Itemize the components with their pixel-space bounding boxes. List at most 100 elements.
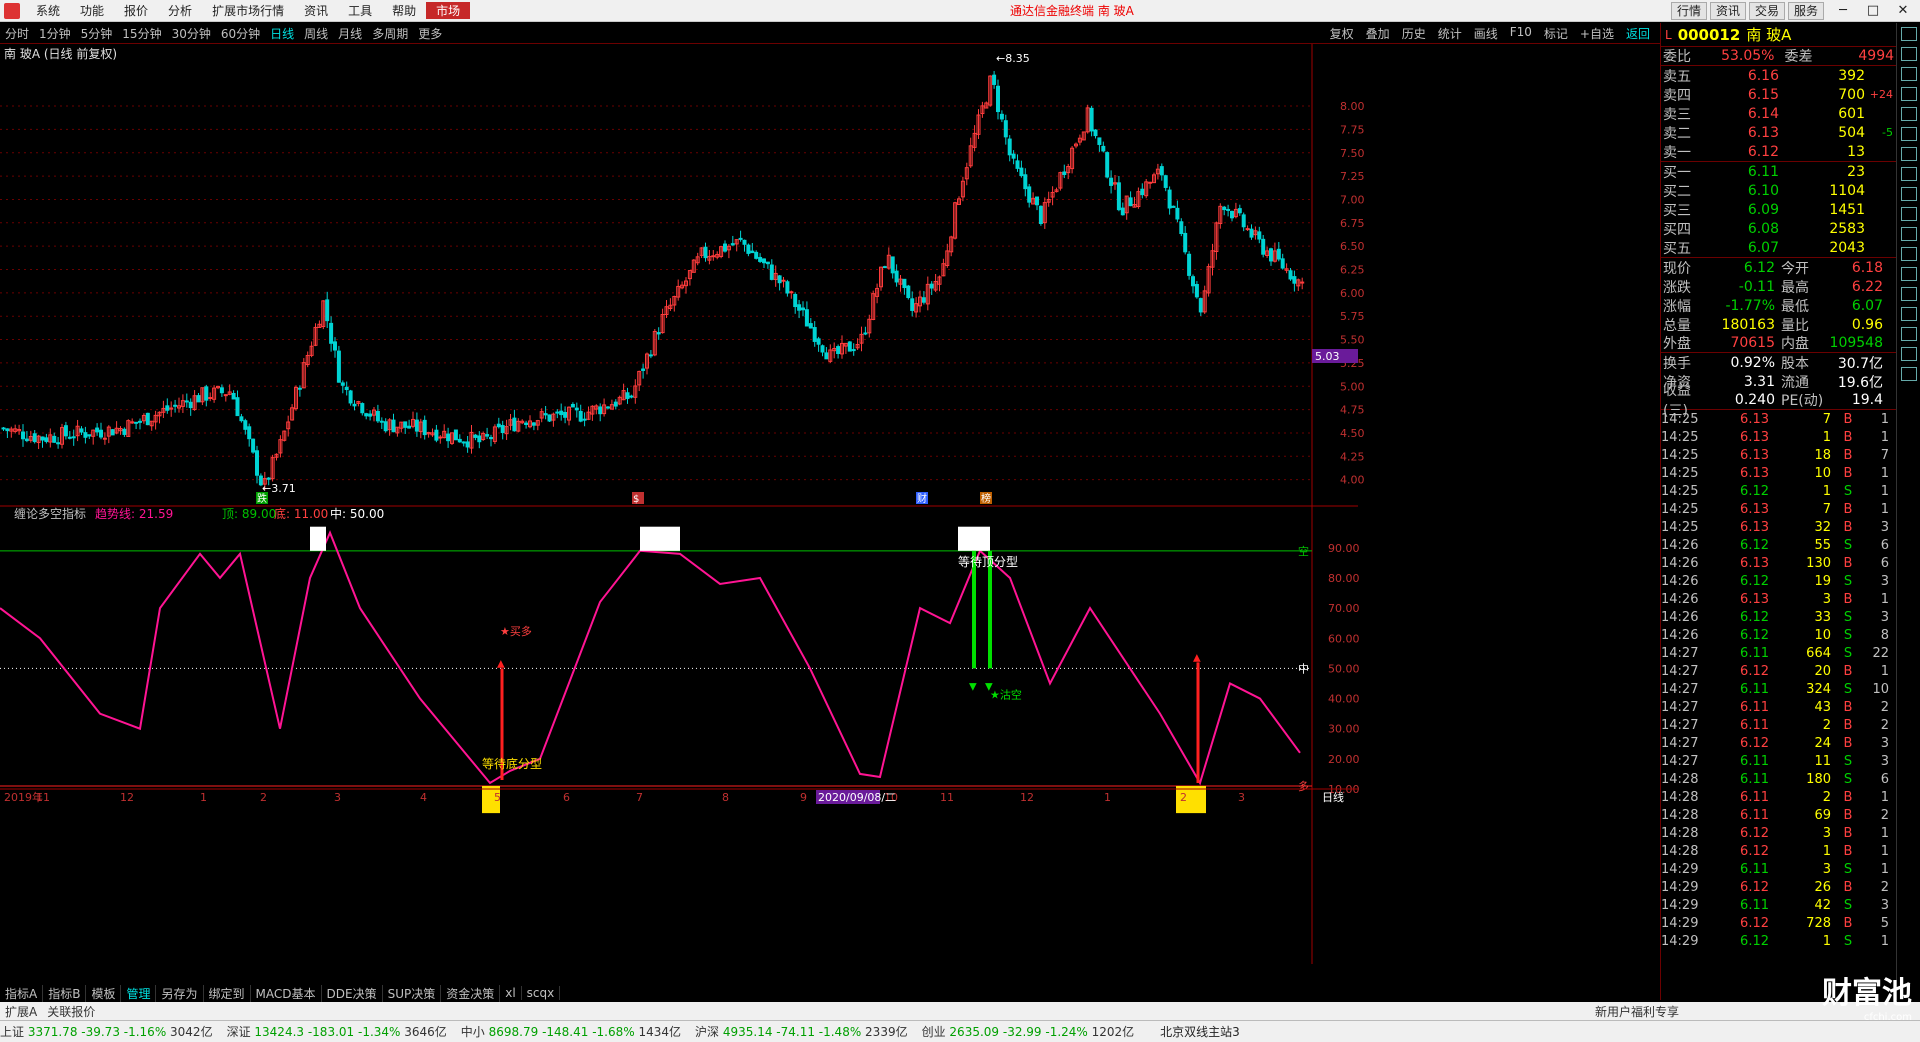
note-icon[interactable] xyxy=(1900,207,1917,221)
btn-jiaoyi[interactable]: 交易 xyxy=(1748,1,1785,20)
quote-value: 6.12 xyxy=(1743,259,1775,276)
chart-canvas[interactable]: 8.00 7.75 7.50 7.25 7.00 6.75 6.50 6.25 6.00 5.75… xyxy=(0,44,1660,984)
bell-icon[interactable] xyxy=(1900,247,1917,261)
chart-icon[interactable] xyxy=(1900,127,1917,141)
period-8[interactable]: 月线 xyxy=(333,25,367,42)
indicator-header-2: 顶: 89.00 xyxy=(222,507,276,521)
indicator-tab-5[interactable]: 绑定到 xyxy=(204,984,251,1002)
btn-zixun[interactable]: 资讯 xyxy=(1709,1,1746,20)
toolbar-btn-1[interactable]: 叠加 xyxy=(1360,25,1396,42)
line-icon[interactable] xyxy=(1900,147,1917,161)
period-7[interactable]: 周线 xyxy=(299,25,333,42)
index-name: 上证 xyxy=(0,1025,28,1039)
candle-body xyxy=(204,386,209,401)
tick-row: 14:29 6.12 728 B 5 xyxy=(1661,914,1896,932)
toolbar-btn-5[interactable]: F10 xyxy=(1504,25,1538,42)
toolbar-btn-3[interactable]: 统计 xyxy=(1432,25,1468,42)
indicator-tab-7[interactable]: DDE决策 xyxy=(322,984,383,1002)
related-quote-tab[interactable]: 关联报价 xyxy=(42,1003,100,1020)
toolbar-btn-2[interactable]: 历史 xyxy=(1396,25,1432,42)
table-icon[interactable] xyxy=(1900,107,1917,121)
candle-body xyxy=(243,420,248,430)
menu-market[interactable]: 市场 xyxy=(426,2,471,19)
book-icon[interactable] xyxy=(1900,287,1917,301)
doc-icon[interactable] xyxy=(1900,167,1917,181)
price-tick: 5.75 xyxy=(1340,310,1365,323)
indicator-tab-9[interactable]: 资金决策 xyxy=(441,984,501,1002)
index-4[interactable]: 创业 2635.09 -32.99 -1.24% 1202亿 xyxy=(922,1023,1135,1040)
maximize-icon[interactable]: □ xyxy=(1858,3,1888,18)
server-name[interactable]: 北京双线主站3 xyxy=(1160,1023,1240,1040)
candle-body xyxy=(785,281,790,294)
toolbar-btn-7[interactable]: +自选 xyxy=(1574,25,1620,42)
index-0[interactable]: 上证 3371.78 -39.73 -1.16% 3042亿 xyxy=(0,1023,213,1040)
up-icon[interactable] xyxy=(1900,67,1917,81)
indicator-tab-6[interactable]: MACD基本 xyxy=(251,984,322,1002)
period-4[interactable]: 30分钟 xyxy=(167,25,216,42)
menu-info[interactable]: 资讯 xyxy=(294,2,338,19)
down-icon[interactable] xyxy=(1900,87,1917,101)
index-3[interactable]: 沪深 4935.14 -74.11 -1.48% 2339亿 xyxy=(695,1023,908,1040)
app-logo-icon xyxy=(4,2,20,19)
menu-system[interactable]: 系统 xyxy=(26,2,70,19)
grid-icon[interactable] xyxy=(1900,267,1917,281)
period-10[interactable]: 更多 xyxy=(413,25,447,42)
candle-body xyxy=(781,279,786,282)
f10-icon[interactable] xyxy=(1900,227,1917,241)
pencil-icon[interactable] xyxy=(1900,347,1917,361)
period-2[interactable]: 5分钟 xyxy=(76,25,118,42)
indicator-tab-4[interactable]: 另存为 xyxy=(156,984,204,1002)
indicator-tab-8[interactable]: SUP决策 xyxy=(383,984,442,1002)
indicator-tab-0[interactable]: 指标A xyxy=(0,984,44,1002)
period-1[interactable]: 1分钟 xyxy=(34,25,76,42)
ext-a-tab[interactable]: 扩展A xyxy=(0,1003,42,1020)
candle-body xyxy=(1261,238,1266,255)
index-2[interactable]: 中小 8698.79 -148.41 -1.68% 1434亿 xyxy=(461,1023,681,1040)
tick-count: 3 xyxy=(1880,897,1889,913)
indicator-tab-10[interactable]: xl xyxy=(500,986,522,1000)
minimize-icon[interactable]: ─ xyxy=(1828,3,1858,18)
list-icon[interactable] xyxy=(1900,187,1917,201)
toolbar-btn-8[interactable]: 返回 xyxy=(1620,25,1656,42)
indicator-tab-11[interactable]: scqx xyxy=(522,986,561,1000)
menu-tools[interactable]: 工具 xyxy=(338,2,382,19)
tick-row: 14:29 6.12 1 S 1 xyxy=(1661,932,1896,950)
period-5[interactable]: 60分钟 xyxy=(216,25,265,42)
period-6[interactable]: 日线 xyxy=(265,25,299,42)
btn-fuwu[interactable]: 服务 xyxy=(1787,1,1824,20)
candle-body xyxy=(1292,276,1297,284)
candle-body xyxy=(477,435,482,443)
menu-function[interactable]: 功能 xyxy=(70,2,114,19)
indicator-tab-2[interactable]: 模板 xyxy=(86,984,122,1002)
menu-ext-market[interactable]: 扩展市场行情 xyxy=(202,2,294,19)
event-marker-label: 跌 xyxy=(257,492,267,505)
refresh-icon[interactable] xyxy=(1900,47,1917,61)
rsi-icon[interactable] xyxy=(1900,327,1917,341)
indicator-tab-1[interactable]: 指标B xyxy=(43,984,87,1002)
window-icon[interactable] xyxy=(1900,27,1917,41)
macd-icon[interactable] xyxy=(1900,307,1917,321)
tick-side: S xyxy=(1843,573,1853,589)
logo-main: 财富池 xyxy=(1822,976,1912,1011)
candle-body xyxy=(223,394,228,397)
close-icon[interactable]: ✕ xyxy=(1888,3,1918,18)
toolbar-btn-4[interactable]: 画线 xyxy=(1468,25,1504,42)
period-9[interactable]: 多周期 xyxy=(367,25,413,42)
btn-hangqing[interactable]: 行情 xyxy=(1670,1,1707,20)
period-0[interactable]: 分时 xyxy=(0,25,34,42)
tick-list[interactable]: 14:25 6.13 7 B 1 14:25 6.13 1 B 1 14:25 6.13 18 B 7 14:… xyxy=(1661,410,1896,950)
settings-icon[interactable] xyxy=(1900,367,1917,381)
menu-quote[interactable]: 报价 xyxy=(114,2,158,19)
index-1[interactable]: 深证 13424.3 -183.01 -1.34% 3646亿 xyxy=(227,1023,447,1040)
indicator-tab-3[interactable]: 管理 xyxy=(121,984,157,1002)
candle-body xyxy=(742,239,747,245)
new-user-link[interactable]: 新用户福利专享 xyxy=(1590,1003,1684,1020)
toolbar-btn-0[interactable]: 复权 xyxy=(1324,25,1360,42)
candle-body xyxy=(239,416,244,422)
tick-count: 7 xyxy=(1880,447,1889,463)
kline-chart-area[interactable]: 8.00 7.75 7.50 7.25 7.00 6.75 6.50 6.25 6.00 5.75… xyxy=(0,44,1660,964)
toolbar-btn-6[interactable]: 标记 xyxy=(1538,25,1574,42)
menu-analysis[interactable]: 分析 xyxy=(158,2,202,19)
menu-help[interactable]: 帮助 xyxy=(382,2,426,19)
period-3[interactable]: 15分钟 xyxy=(117,25,166,42)
